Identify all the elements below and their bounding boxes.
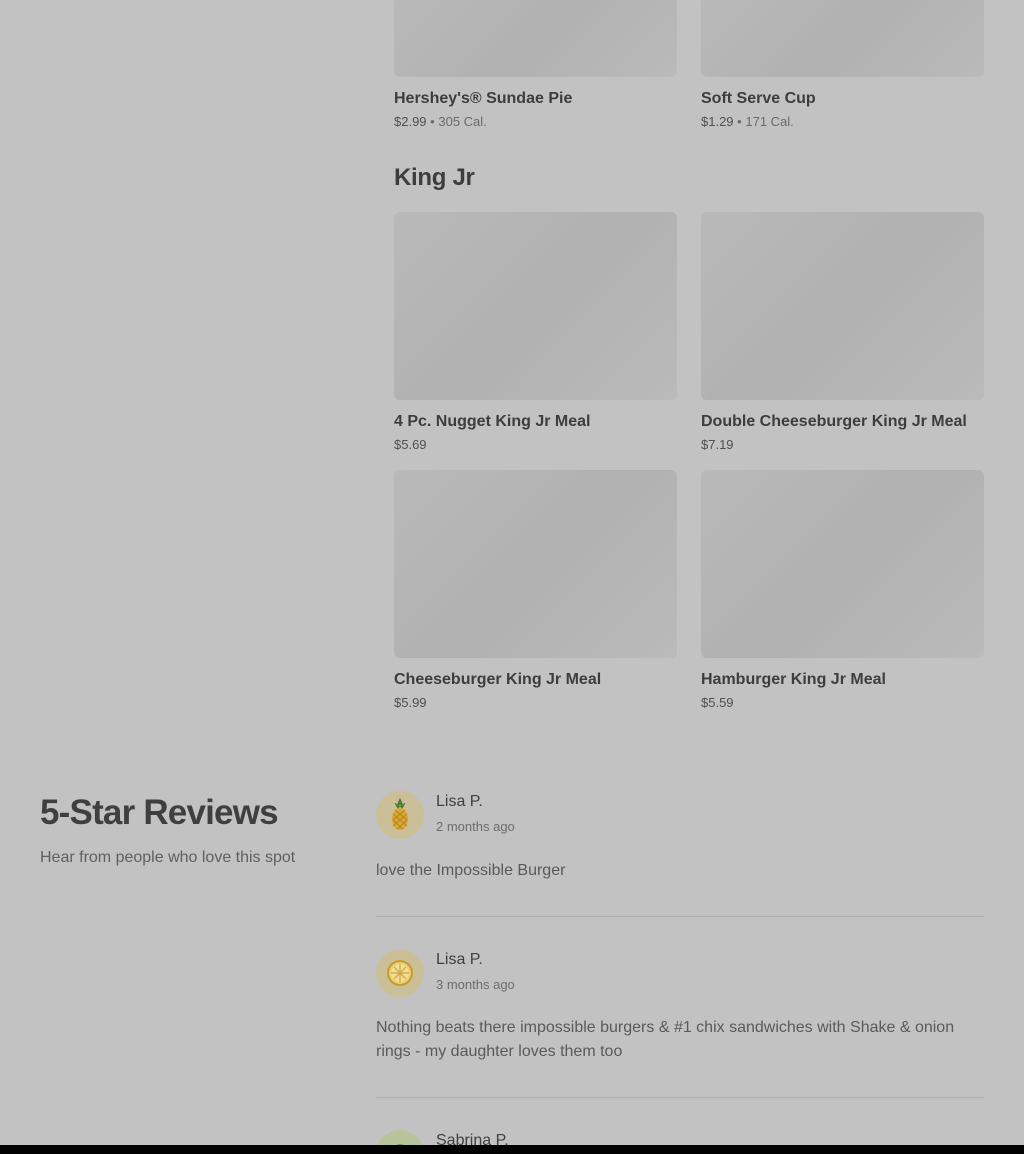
menu-item-calories: 305 Cal. — [438, 114, 487, 129]
menu-item-image — [394, 0, 677, 77]
menu-item-meta: $2.99 • 305 Cal. — [394, 114, 677, 130]
reviews-subtitle: Hear from people who love this spot — [40, 849, 296, 866]
divider — [376, 916, 984, 917]
menu-item-price: $2.99 — [394, 114, 427, 129]
review-author: Lisa P. — [436, 951, 483, 968]
menu-item-price: $7.19 — [701, 437, 734, 452]
pineapple-icon — [392, 798, 408, 830]
divider — [376, 1097, 984, 1098]
menu-item-card[interactable]: Cheeseburger King Jr Meal $5.99 — [394, 470, 677, 711]
review-text: love the Impossible Burger — [376, 862, 566, 879]
menu-item-image — [701, 212, 984, 400]
menu-item-image — [701, 0, 984, 77]
menu-item-card[interactable]: Hamburger King Jr Meal $5.59 — [701, 470, 984, 711]
review-date: 3 months ago — [436, 977, 515, 992]
menu-item-name: Soft Serve Cup — [701, 90, 816, 107]
citrus-slice-icon — [387, 960, 413, 986]
avatar — [376, 1130, 424, 1145]
review-author: Sabrina P. — [436, 1132, 509, 1145]
menu-item-price: $5.99 — [394, 695, 427, 710]
menu-item-name: Cheeseburger King Jr Meal — [394, 671, 602, 688]
menu-item-image — [701, 470, 984, 658]
reviews-title: 5-Star Reviews — [40, 793, 279, 832]
menu-item-price: $5.59 — [701, 695, 734, 710]
section-title-king-jr: King Jr — [394, 164, 475, 191]
avatar — [376, 791, 424, 839]
menu-item-price: $1.29 — [701, 114, 734, 129]
menu-item-name: Hershey's® Sundae Pie — [394, 90, 573, 107]
review-text: Nothing beats there impossible burgers &… — [376, 1019, 955, 1060]
menu-item-name: Double Cheeseburger King Jr Meal — [701, 413, 967, 430]
menu-item-card[interactable]: Hershey's® Sundae Pie $2.99 • 305 Cal. — [394, 0, 677, 130]
review-date: 2 months ago — [436, 819, 515, 834]
menu-item-meta: $1.29 • 171 Cal. — [701, 114, 984, 130]
review-item: Sabrina P. — [376, 1130, 984, 1145]
bottom-bar — [0, 1145, 1024, 1154]
meta-separator: • — [430, 114, 435, 129]
menu-item-card[interactable]: Soft Serve Cup $1.29 • 171 Cal. — [701, 0, 984, 130]
meta-separator: • — [737, 114, 742, 129]
menu-item-name: 4 Pc. Nugget King Jr Meal — [394, 413, 591, 430]
review-item: Lisa P. 3 months ago Nothing beats there… — [376, 949, 984, 1079]
review-author: Lisa P. — [436, 793, 483, 810]
avatar — [376, 949, 424, 997]
menu-item-price: $5.69 — [394, 437, 427, 452]
menu-item-calories: 171 Cal. — [745, 114, 794, 129]
menu-item-image — [394, 212, 677, 400]
menu-item-image — [394, 470, 677, 658]
menu-item-card[interactable]: 4 Pc. Nugget King Jr Meal $5.69 — [394, 212, 677, 453]
menu-item-name: Hamburger King Jr Meal — [701, 671, 886, 688]
review-item: Lisa P. 2 months ago love the Impossible… — [376, 791, 984, 891]
menu-item-card[interactable]: Double Cheeseburger King Jr Meal $7.19 — [701, 212, 984, 453]
